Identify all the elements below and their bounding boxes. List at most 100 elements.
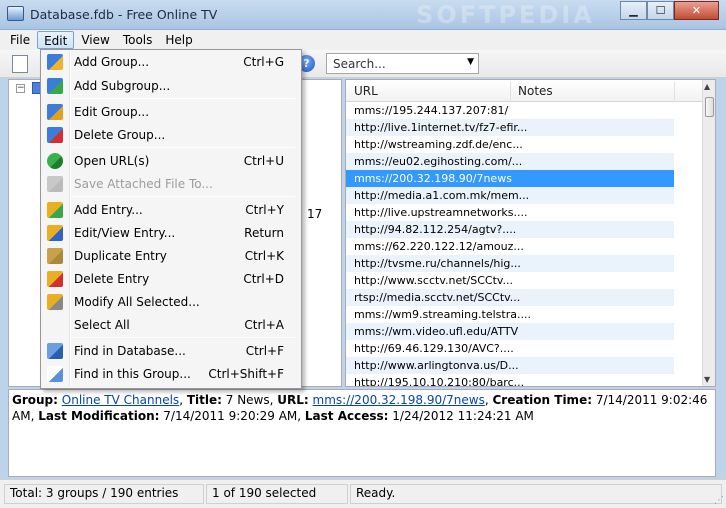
menu-item-label: Modify All Selected... (74, 295, 200, 309)
url-cell: mms://62.220.122.12/amouz... (354, 240, 524, 253)
menu-item-delete-entry[interactable]: Delete Entry Ctrl+D (43, 268, 299, 290)
url-cell: mms://195.244.137.207:81/ (354, 104, 509, 117)
search-combobox[interactable]: Search... ▼ (326, 53, 479, 74)
menu-edit[interactable]: Edit (37, 31, 75, 49)
title-label: Title: (186, 393, 222, 407)
resize-grip-icon[interactable]: ⋰ (714, 495, 724, 506)
menu-item-find-in-database[interactable]: Find in Database... Ctrl+F (43, 340, 299, 362)
edit-menu-dropdown: Add Group... Ctrl+G Add Subgroup... Edit Gr… (40, 49, 302, 389)
menu-item-label: Open URL(s) (74, 154, 150, 168)
menu-item-add-group[interactable]: Add Group... Ctrl+G (43, 51, 299, 73)
edit-group-icon (47, 104, 63, 120)
column-header-notes[interactable]: Notes (518, 84, 553, 98)
table-row[interactable]: mms://eu02.egihosting.com/... (346, 153, 674, 170)
menu-item-edit-group[interactable]: Edit Group... (43, 101, 299, 123)
table-row[interactable]: http://www.scctv.net/SCCtv... (346, 272, 674, 289)
minimize-button[interactable]: ▁ (620, 1, 647, 20)
menu-item-edit-view-entry[interactable]: Edit/View Entry... Return (43, 222, 299, 244)
menu-separator (72, 337, 295, 338)
column-header-url[interactable]: URL (354, 84, 378, 98)
menu-separator (72, 98, 295, 99)
table-row[interactable]: http://69.46.129.130/AVC?.... (346, 340, 674, 357)
save-attached-icon (47, 176, 63, 192)
table-row[interactable]: rtsp://media.scctv.net/SCCtv... (346, 289, 674, 306)
menu-item-label: Edit Group... (74, 105, 150, 119)
menu-bar: File Edit View Tools Help (0, 30, 726, 50)
table-row[interactable]: mms://62.220.122.12/amouz... (346, 238, 674, 255)
table-row[interactable]: mms://wm.video.ufl.edu/ATTV (346, 323, 674, 340)
table-row[interactable]: http://94.82.112.254/agtv?.... (346, 221, 674, 238)
close-button[interactable]: ✕ (674, 1, 719, 20)
find-group-icon (47, 366, 63, 382)
status-bar: Total: 3 groups / 190 entries 1 of 190 s… (0, 479, 726, 508)
menu-file[interactable]: File (4, 31, 36, 49)
table-row[interactable]: http://wstreaming.zdf.de/enc... (346, 136, 674, 153)
status-message: Ready. (350, 484, 722, 504)
menu-item-label: Add Subgroup... (74, 79, 171, 93)
delete-entry-icon (47, 271, 63, 287)
menu-item-shortcut: Ctrl+F (245, 344, 284, 358)
menu-tools[interactable]: Tools (117, 31, 159, 49)
app-tv-icon (7, 6, 24, 21)
menu-separator (72, 147, 295, 148)
scroll-up-icon[interactable]: ▲ (704, 82, 710, 91)
search-input[interactable]: Search... (333, 57, 386, 71)
menu-item-open-url-s[interactable]: Open URL(s) Ctrl+U (43, 150, 299, 172)
last-access-value: 1/24/2012 11:24:21 AM (392, 409, 534, 423)
menu-item-label: Edit/View Entry... (74, 226, 176, 240)
menu-item-shortcut: Ctrl+U (243, 154, 284, 168)
menu-item-add-entry[interactable]: Add Entry... Ctrl+Y (43, 199, 299, 221)
last-modification-value: 7/14/2011 9:20:29 AM, (163, 409, 302, 423)
column-divider[interactable] (510, 82, 511, 100)
url-cell: http://media.a1.com.mk/mem... (354, 189, 530, 202)
grid-header: URL Notes (346, 80, 704, 102)
table-row[interactable]: mms://195.244.137.207:81/ (346, 102, 674, 119)
scroll-thumb[interactable] (705, 97, 714, 117)
add-group-icon (47, 54, 63, 70)
menu-item-label: Add Group... (74, 55, 150, 69)
menu-item-label: Delete Group... (74, 128, 166, 142)
menu-view[interactable]: View (75, 31, 115, 49)
group-label: Group: (12, 393, 58, 407)
url-cell: mms://200.32.198.90/7news (354, 172, 512, 185)
group-link[interactable]: Online TV Channels (62, 393, 179, 407)
vertical-scrollbar[interactable]: ▲ ▼ (702, 80, 715, 386)
menu-item-save-attached-file-to[interactable]: Save Attached File To... (43, 173, 299, 195)
caption-buttons: ▁ ☐ ✕ (620, 1, 719, 20)
title-value: 7 News, (225, 393, 274, 407)
chevron-down-icon[interactable]: ▼ (467, 57, 474, 67)
menu-item-label: Find in Database... (74, 344, 186, 358)
menu-item-modify-all-selected[interactable]: Modify All Selected... (43, 291, 299, 313)
url-cell: http://wstreaming.zdf.de/enc... (354, 138, 523, 151)
table-row[interactable]: http://media.a1.com.mk/mem... (346, 187, 674, 204)
duplicate-entry-icon (47, 248, 63, 264)
table-row[interactable]: http://195.10.10.210:80/barc... (346, 374, 674, 386)
table-row[interactable]: http://live.upstreamnetworks.... (346, 204, 674, 221)
menu-help[interactable]: Help (159, 31, 198, 49)
maximize-button[interactable]: ☐ (647, 1, 674, 20)
table-row[interactable]: http://tvsme.ru/channels/hig... (346, 255, 674, 272)
new-database-icon[interactable] (12, 55, 28, 73)
menu-item-add-subgroup[interactable]: Add Subgroup... (43, 75, 299, 97)
url-link[interactable]: mms://200.32.198.90/7news (313, 393, 485, 407)
menu-item-delete-group[interactable]: Delete Group... (43, 124, 299, 146)
table-row[interactable]: mms://200.32.198.90/7news (346, 170, 674, 187)
table-row[interactable]: http://live.1internet.tv/fz7-efir... (346, 119, 674, 136)
tree-expander-icon[interactable]: − (16, 84, 25, 93)
entry-grid[interactable]: URL Notes mms://195.244.137.207:81/http:… (345, 79, 716, 387)
entry-details-pane: Group: Online TV Channels, Title: 7 News… (8, 389, 716, 477)
column-divider[interactable] (674, 82, 675, 100)
scroll-down-icon[interactable]: ▼ (704, 375, 710, 384)
menu-item-shortcut: Ctrl+D (243, 272, 284, 286)
last-access-label: Last Access: (304, 409, 389, 423)
creation-time-label: Creation Time: (492, 393, 592, 407)
menu-item-duplicate-entry[interactable]: Duplicate Entry Ctrl+K (43, 245, 299, 267)
menu-item-label: Select All (74, 318, 130, 332)
menu-item-find-in-this-group[interactable]: Find in this Group... Ctrl+Shift+F (43, 363, 299, 385)
table-row[interactable]: http://www.arlingtonva.us/D... (346, 357, 674, 374)
table-row[interactable]: mms://wm9.streaming.telstra.... (346, 306, 674, 323)
partial-cell-text: 17 (307, 207, 323, 221)
url-cell: mms://wm.video.ufl.edu/ATTV (354, 325, 519, 338)
menu-item-select-all[interactable]: Select All Ctrl+A (43, 314, 299, 336)
add-subgroup-icon (47, 78, 63, 94)
